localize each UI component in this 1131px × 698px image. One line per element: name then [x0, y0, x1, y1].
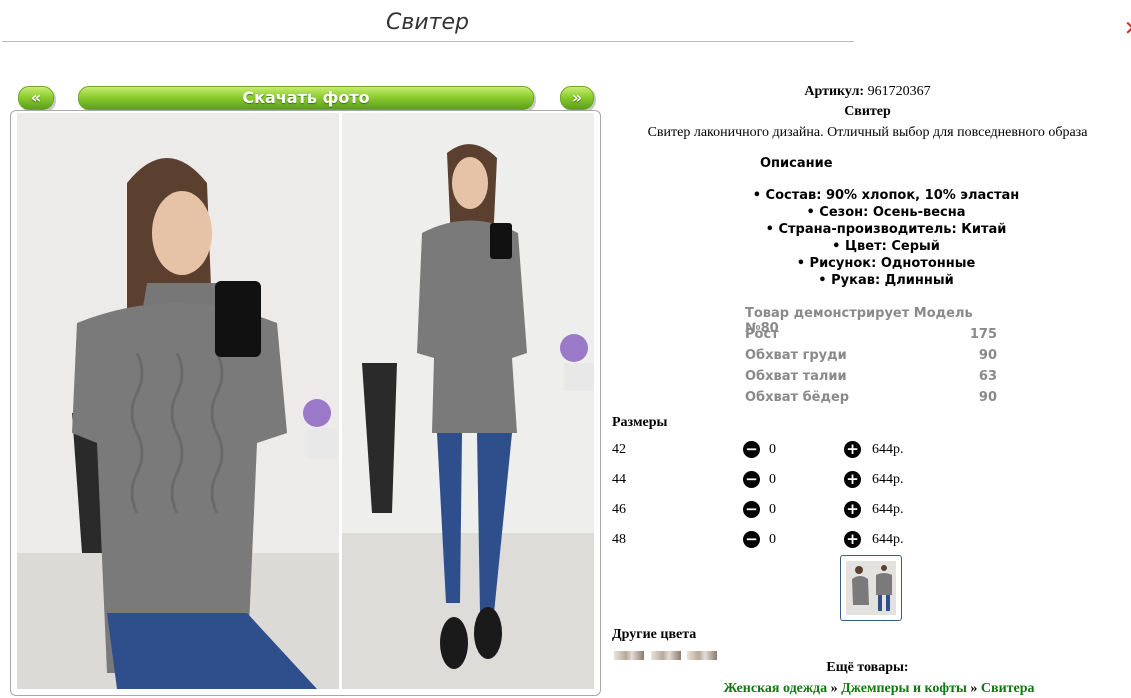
more-products-heading: Ещё товары:: [826, 660, 909, 675]
feature-item: Цвет: Серый: [700, 238, 1072, 255]
model-label: Обхват бёдер: [745, 390, 850, 405]
selected-color-thumbnail[interactable]: [840, 555, 902, 621]
product-photo-full-length[interactable]: [342, 113, 594, 689]
breadcrumb-separator: »: [830, 681, 838, 696]
description-heading: Описание: [760, 156, 833, 171]
feature-item: Рисунок: Однотонные: [700, 255, 1072, 272]
size-row: 46 − 0 + 644р.: [612, 500, 912, 520]
breadcrumb-link-jumpers[interactable]: Джемперы и кофты: [841, 681, 967, 696]
sku-value: 961720367: [867, 84, 931, 99]
model-value: 175: [969, 327, 997, 342]
decrease-quantity-icon[interactable]: −: [743, 501, 760, 518]
feature-item: Сезон: Осень-весна: [700, 204, 1072, 221]
size-row: 48 − 0 + 644р.: [612, 530, 912, 550]
next-photo-button[interactable]: »: [560, 86, 594, 110]
quantity-value: 0: [769, 472, 776, 487]
thumbnail-image: [846, 561, 896, 615]
quantity-value: 0: [769, 502, 776, 517]
other-color-thumbnail[interactable]: [651, 651, 681, 660]
breadcrumb: Женская одежда » Джемперы и кофты » Свит…: [604, 681, 1131, 697]
size-label: 48: [612, 532, 626, 547]
breadcrumb-link-sweaters[interactable]: Свитера: [981, 681, 1035, 696]
feature-item: Рукав: Длинный: [700, 272, 1072, 289]
page-title: Свитер: [386, 10, 469, 35]
breadcrumb-separator: »: [970, 681, 978, 696]
feature-list: Состав: 90% хлопок, 10% эластан Сезон: О…: [700, 187, 1072, 289]
increase-quantity-icon[interactable]: +: [844, 501, 861, 518]
increase-quantity-icon[interactable]: +: [844, 471, 861, 488]
model-row: Обхват груди 90: [745, 348, 997, 369]
model-value: 63: [978, 369, 997, 384]
sizes-heading: Размеры: [612, 415, 668, 430]
close-icon[interactable]: ✕: [1124, 16, 1131, 38]
decrease-quantity-icon[interactable]: −: [743, 471, 760, 488]
size-label: 46: [612, 502, 626, 517]
decrease-quantity-icon[interactable]: −: [743, 531, 760, 548]
increase-quantity-icon[interactable]: +: [844, 531, 861, 548]
product-name: Свитер: [844, 104, 891, 119]
breadcrumb-link-womens-clothing[interactable]: Женская одежда: [723, 681, 827, 696]
size-label: 44: [612, 472, 626, 487]
model-row: Обхват талии 63: [745, 369, 997, 390]
model-row: Товар демонстрирует Модель №80: [745, 306, 997, 336]
size-label: 42: [612, 442, 626, 457]
quantity-value: 0: [769, 532, 776, 547]
download-photo-button[interactable]: Скачать фото: [78, 86, 534, 110]
model-value: 90: [978, 390, 997, 405]
model-label: Рост: [745, 327, 779, 342]
model-label: Обхват талии: [745, 369, 847, 384]
other-colors-heading: Другие цвета: [612, 627, 697, 642]
size-price: 644р.: [872, 532, 904, 547]
model-value: 90: [978, 348, 997, 363]
model-row: Рост 175: [745, 327, 997, 348]
increase-quantity-icon[interactable]: +: [844, 441, 861, 458]
product-photo-gallery: [10, 110, 601, 696]
model-measurements-table: Товар демонстрирует Модель №80 Рост 175 О…: [745, 306, 997, 411]
feature-item: Состав: 90% хлопок, 10% эластан: [700, 187, 1072, 204]
product-photo-front[interactable]: [17, 113, 339, 689]
model-label: Товар демонстрирует Модель №80: [745, 306, 973, 336]
sku-label: Артикул:: [804, 84, 865, 99]
other-color-thumbnail[interactable]: [687, 651, 717, 660]
other-color-thumbnail[interactable]: [614, 651, 644, 660]
quantity-value: 0: [769, 442, 776, 457]
title-divider: [2, 41, 854, 42]
size-price: 644р.: [872, 502, 904, 517]
model-label: Обхват груди: [745, 348, 847, 363]
size-row: 44 − 0 + 644р.: [612, 470, 912, 490]
size-price: 644р.: [872, 442, 904, 457]
feature-item: Страна-производитель: Китай: [700, 221, 1072, 238]
product-short-description: Свитер лаконичного дизайна. Отличный выб…: [647, 125, 1088, 140]
size-price: 644р.: [872, 472, 904, 487]
decrease-quantity-icon[interactable]: −: [743, 441, 760, 458]
previous-photo-button[interactable]: «: [18, 86, 54, 110]
model-row: Обхват бёдер 90: [745, 390, 997, 411]
size-row: 42 − 0 + 644р.: [612, 440, 912, 460]
product-sku: Артикул: 961720367: [604, 84, 1131, 100]
